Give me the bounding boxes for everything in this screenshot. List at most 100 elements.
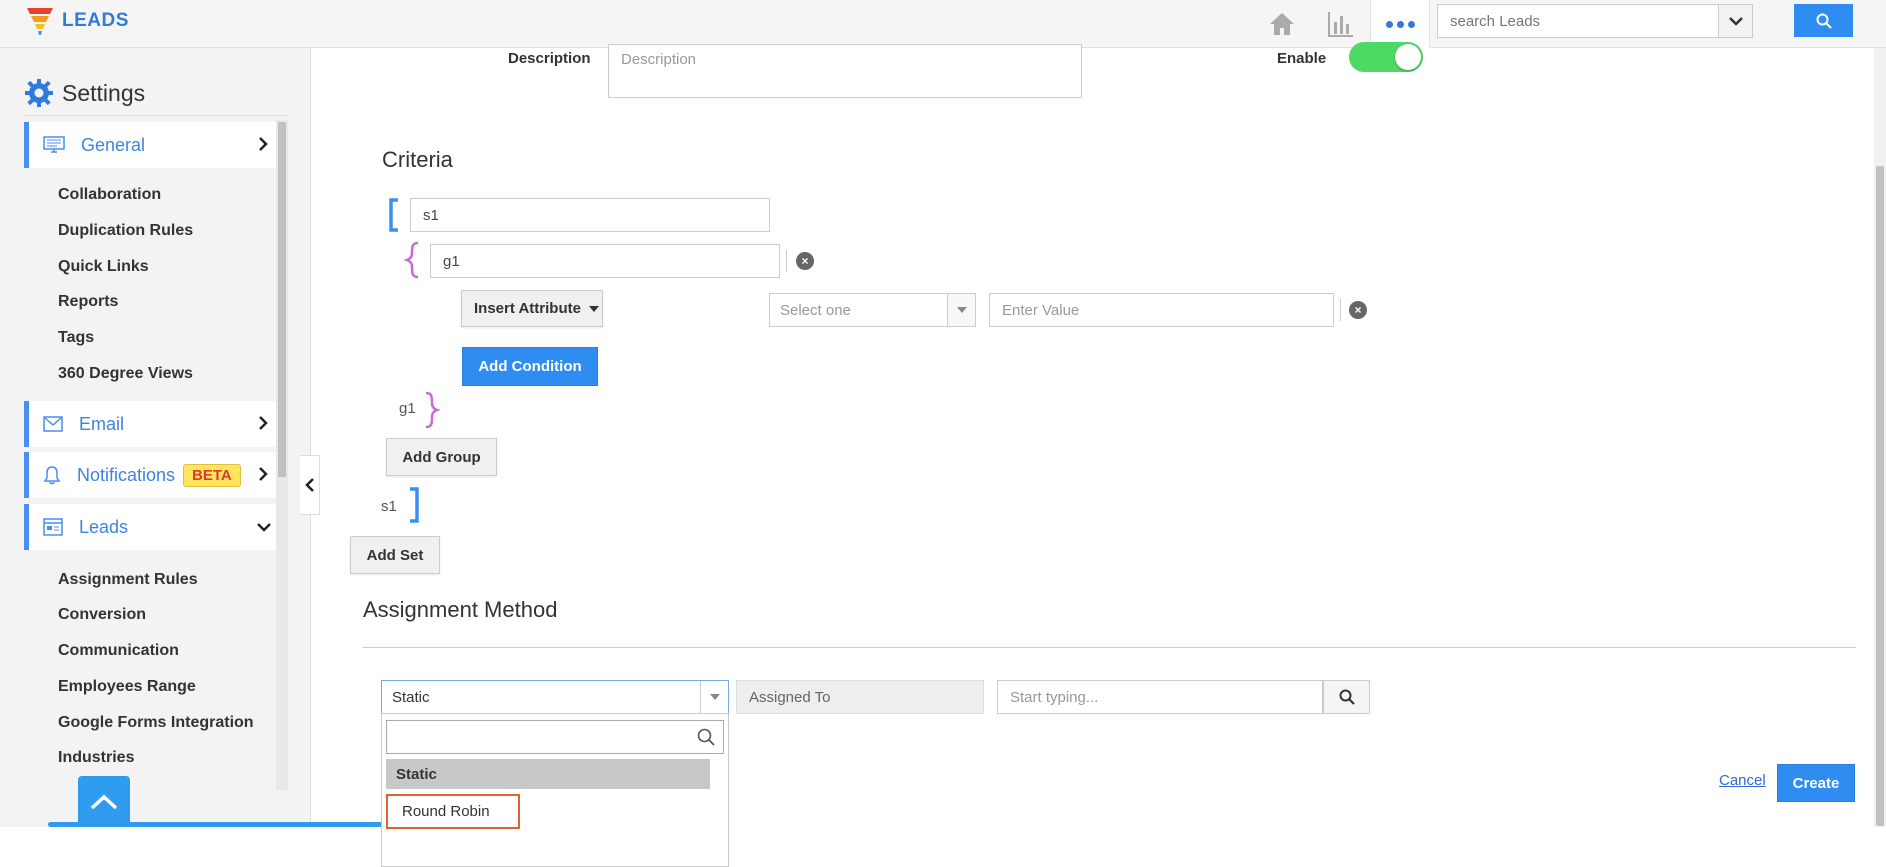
sidebar-item-quick-links[interactable]: Quick Links — [58, 258, 149, 276]
sidebar-item-label: Leads — [79, 516, 129, 537]
sidebar-item-reports[interactable]: Reports — [58, 293, 118, 311]
search-leads-input[interactable] — [1438, 5, 1708, 37]
assignment-method-heading: Assignment Method — [363, 597, 558, 622]
operator-select-value: Select one — [780, 301, 851, 319]
chevron-right-icon — [259, 416, 268, 430]
add-condition-button[interactable]: Add Condition — [462, 347, 598, 386]
condition-value-input[interactable]: Enter Value — [989, 293, 1334, 327]
chevron-right-icon — [259, 137, 268, 151]
insert-attribute-label: Insert Attribute — [474, 300, 581, 317]
set-name-value: s1 — [423, 206, 439, 224]
mail-icon — [43, 416, 63, 432]
sidebar-item-collaboration[interactable]: Collaboration — [58, 186, 161, 204]
dropdown-search-input[interactable] — [386, 720, 724, 754]
top-bar: LEADS — [0, 0, 1886, 48]
create-button[interactable]: Create — [1777, 764, 1855, 802]
set-name-input[interactable]: s1 — [410, 198, 770, 232]
search-icon — [697, 728, 715, 746]
sidebar-item-general[interactable]: General — [24, 122, 276, 168]
divider — [363, 647, 1856, 648]
sidebar-item-label: Notifications — [77, 464, 176, 485]
leads-icon — [43, 518, 63, 536]
sidebar-item-conversion[interactable]: Conversion — [58, 606, 146, 624]
sidebar-item-employees-range[interactable]: Employees Range — [58, 678, 196, 696]
search-icon — [1339, 689, 1355, 705]
remove-condition-icon[interactable]: × — [1349, 301, 1367, 319]
sidebar-item-label: Email — [79, 413, 125, 434]
chevron-down-icon — [257, 523, 271, 532]
caret-down-icon — [588, 305, 599, 312]
sidebar-item-email[interactable]: Email — [24, 401, 276, 447]
operator-select[interactable]: Select one — [769, 293, 976, 327]
group-close-label: g1 — [399, 400, 416, 417]
sidebar-scrollbar-thumb[interactable] — [278, 122, 286, 477]
description-label: Description — [508, 50, 591, 67]
bell-icon — [43, 466, 61, 485]
assignment-method-dropdown: Static Round Robin — [381, 713, 729, 867]
description-placeholder: Description — [621, 51, 697, 68]
assignee-search-placeholder: Start typing... — [1010, 688, 1099, 706]
sidebar-item-google-forms-integration[interactable]: Google Forms Integration — [58, 714, 254, 732]
insert-attribute-button[interactable]: Insert Attribute — [461, 290, 603, 327]
assignment-method-value: Static — [392, 688, 430, 706]
add-group-button[interactable]: Add Group — [386, 438, 497, 476]
sidebar-item-label: General — [81, 134, 146, 155]
more-icon[interactable] — [1370, 0, 1430, 48]
app-title: LEADS — [62, 10, 129, 31]
assigned-to-label: Assigned To — [736, 680, 984, 714]
settings-sidebar: Settings General Collaboration Duplicati… — [0, 48, 311, 827]
sidebar-item-industries[interactable]: Industries — [58, 749, 134, 767]
set-open-bracket-icon — [389, 198, 398, 232]
settings-heading: Settings — [24, 78, 145, 108]
cancel-link[interactable]: Cancel — [1719, 772, 1766, 789]
group-open-brace-icon — [404, 241, 419, 279]
gear-icon — [25, 79, 53, 107]
assignee-search-input[interactable]: Start typing... — [997, 680, 1323, 714]
criteria-heading: Criteria — [382, 147, 453, 172]
group-name-value: g1 — [443, 252, 460, 270]
assignee-search-button[interactable] — [1323, 680, 1370, 714]
chart-icon[interactable] — [1322, 6, 1358, 42]
sidebar-item-tags[interactable]: Tags — [58, 329, 94, 347]
chevron-right-icon — [259, 467, 268, 481]
assignment-method-select[interactable]: Static — [381, 680, 729, 714]
beta-badge: BETA — [183, 463, 241, 487]
divider — [1340, 299, 1341, 321]
caret-down-icon — [700, 681, 728, 713]
home-icon[interactable] — [1264, 6, 1300, 42]
funnel-logo-icon — [27, 8, 53, 35]
set-close-label: s1 — [381, 498, 397, 515]
app-logo[interactable]: LEADS — [26, 6, 129, 36]
sidebar-item-360-degree-views[interactable]: 360 Degree Views — [58, 365, 193, 383]
divider — [24, 115, 288, 116]
enable-toggle[interactable] — [1349, 42, 1423, 72]
dropdown-option-static[interactable]: Static — [386, 759, 710, 789]
search-icon — [1816, 13, 1832, 29]
set-close-bracket-icon — [410, 487, 419, 523]
sidebar-item-communication[interactable]: Communication — [58, 642, 179, 660]
toggle-knob — [1395, 44, 1421, 70]
sidebar-item-leads[interactable]: Leads — [24, 504, 276, 550]
main-scrollbar-thumb[interactable] — [1876, 166, 1884, 826]
condition-value-placeholder: Enter Value — [1002, 301, 1080, 319]
remove-group-icon[interactable]: × — [796, 252, 814, 270]
sidebar-item-notifications[interactable]: Notifications BETA — [24, 452, 276, 498]
group-close-brace-icon — [425, 391, 440, 429]
sidebar-item-duplication-rules[interactable]: Duplication Rules — [58, 222, 193, 240]
settings-title: Settings — [62, 79, 146, 106]
enable-label: Enable — [1277, 50, 1327, 67]
scroll-to-top-button[interactable] — [78, 776, 130, 827]
chevron-down-icon[interactable] — [1718, 5, 1752, 37]
sidebar-item-assignment-rules[interactable]: Assignment Rules — [58, 571, 198, 589]
search-button[interactable] — [1794, 4, 1853, 37]
dropdown-option-round-robin[interactable]: Round Robin — [386, 794, 520, 829]
chevron-up-icon — [90, 794, 118, 809]
description-textarea[interactable]: Description — [608, 44, 1082, 98]
monitor-icon — [43, 136, 65, 153]
divider — [786, 250, 787, 272]
add-set-button[interactable]: Add Set — [350, 536, 440, 574]
caret-down-icon — [947, 294, 975, 326]
search-leads-field[interactable] — [1437, 4, 1753, 38]
assignment-rule-form: Description Description Enable Criteria … — [312, 42, 1886, 867]
group-name-input[interactable]: g1 — [430, 244, 780, 278]
